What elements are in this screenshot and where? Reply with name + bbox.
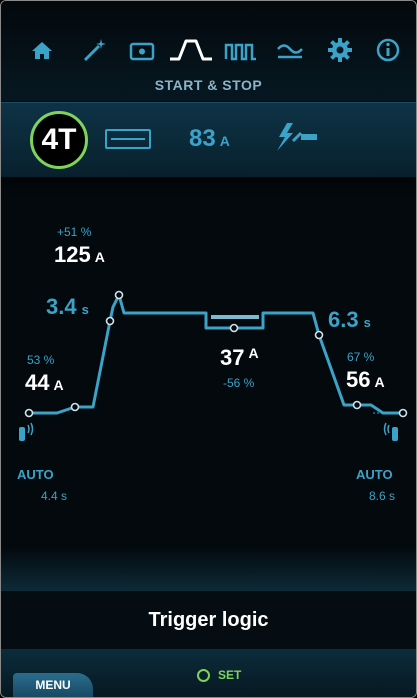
start-percent: 53 % <box>27 353 55 367</box>
base-current-node[interactable] <box>229 323 239 333</box>
wave-icon[interactable] <box>273 33 307 67</box>
pulse-icon[interactable] <box>223 33 259 67</box>
info-icon[interactable] <box>371 33 405 67</box>
downslope-unit: s <box>363 315 371 330</box>
end-current-node[interactable] <box>352 400 362 410</box>
trigger-mode-badge[interactable]: 4T <box>30 111 88 169</box>
display-rect-icon[interactable] <box>105 129 151 149</box>
set-current-readout[interactable]: 83 A <box>189 125 230 153</box>
base-value: 37 <box>220 345 245 370</box>
set-current-unit: A <box>219 133 230 149</box>
start-current-node[interactable] <box>70 402 80 412</box>
torch-lightning-icon[interactable] <box>271 119 323 155</box>
preflow-node[interactable] <box>24 408 34 418</box>
start-unit: A <box>53 377 64 393</box>
peak-node[interactable] <box>114 290 124 300</box>
peak-current[interactable]: 125 A <box>54 242 105 268</box>
help-title: Trigger logic <box>1 591 416 649</box>
end-percent: 67 % <box>347 350 375 364</box>
upslope-value: 3.4 <box>46 294 77 319</box>
set-label: SET <box>218 668 242 682</box>
peak-unit: A <box>94 249 105 265</box>
set-ring-icon <box>197 668 210 682</box>
wand-icon[interactable] <box>77 33 111 67</box>
preflow-mode[interactable]: AUTO <box>17 467 54 482</box>
end-value: 56 <box>346 367 371 392</box>
end-current[interactable]: 56 A <box>346 367 385 393</box>
start-stop-curve-icon[interactable] <box>167 33 215 67</box>
top-navigation-bar: START & STOP <box>1 1 416 101</box>
start-value: 44 <box>25 370 50 395</box>
end-unit: A <box>374 374 385 390</box>
downslope-node[interactable] <box>314 330 324 340</box>
upslope-unit: s <box>81 302 89 317</box>
base-unit: A <box>248 345 259 361</box>
section-title: START & STOP <box>154 77 263 93</box>
base-percent: -56 % <box>223 376 255 390</box>
postflow-mode[interactable]: AUTO <box>356 467 393 482</box>
postflow-node[interactable] <box>398 408 408 418</box>
downslope-value: 6.3 <box>328 307 359 332</box>
base-current[interactable]: 37 A <box>220 345 259 371</box>
base-ticks <box>211 315 259 319</box>
peak-value: 125 <box>54 242 91 267</box>
preflow-time[interactable]: 4.4 s <box>41 489 67 503</box>
set-button[interactable]: SET <box>197 668 241 682</box>
menu-button[interactable]: MENU <box>13 673 93 697</box>
gear-icon[interactable] <box>323 33 357 67</box>
home-icon[interactable] <box>25 33 59 67</box>
upslope-time[interactable]: 3.4 s <box>46 294 89 320</box>
set-current-value: 83 <box>189 125 216 152</box>
camera-icon[interactable] <box>125 33 159 67</box>
downslope-time[interactable]: 6.3 s <box>328 307 371 333</box>
start-current[interactable]: 44 A <box>25 370 64 396</box>
bottom-gradient <box>1 546 416 591</box>
screen-frame: START & STOP 4T 83 A +51 % 125 A 3.4 s 6… <box>0 0 417 698</box>
peak-percent: +51 % <box>57 225 92 239</box>
postflow-time[interactable]: 8.6 s <box>369 489 395 503</box>
upslope-node[interactable] <box>105 316 115 326</box>
